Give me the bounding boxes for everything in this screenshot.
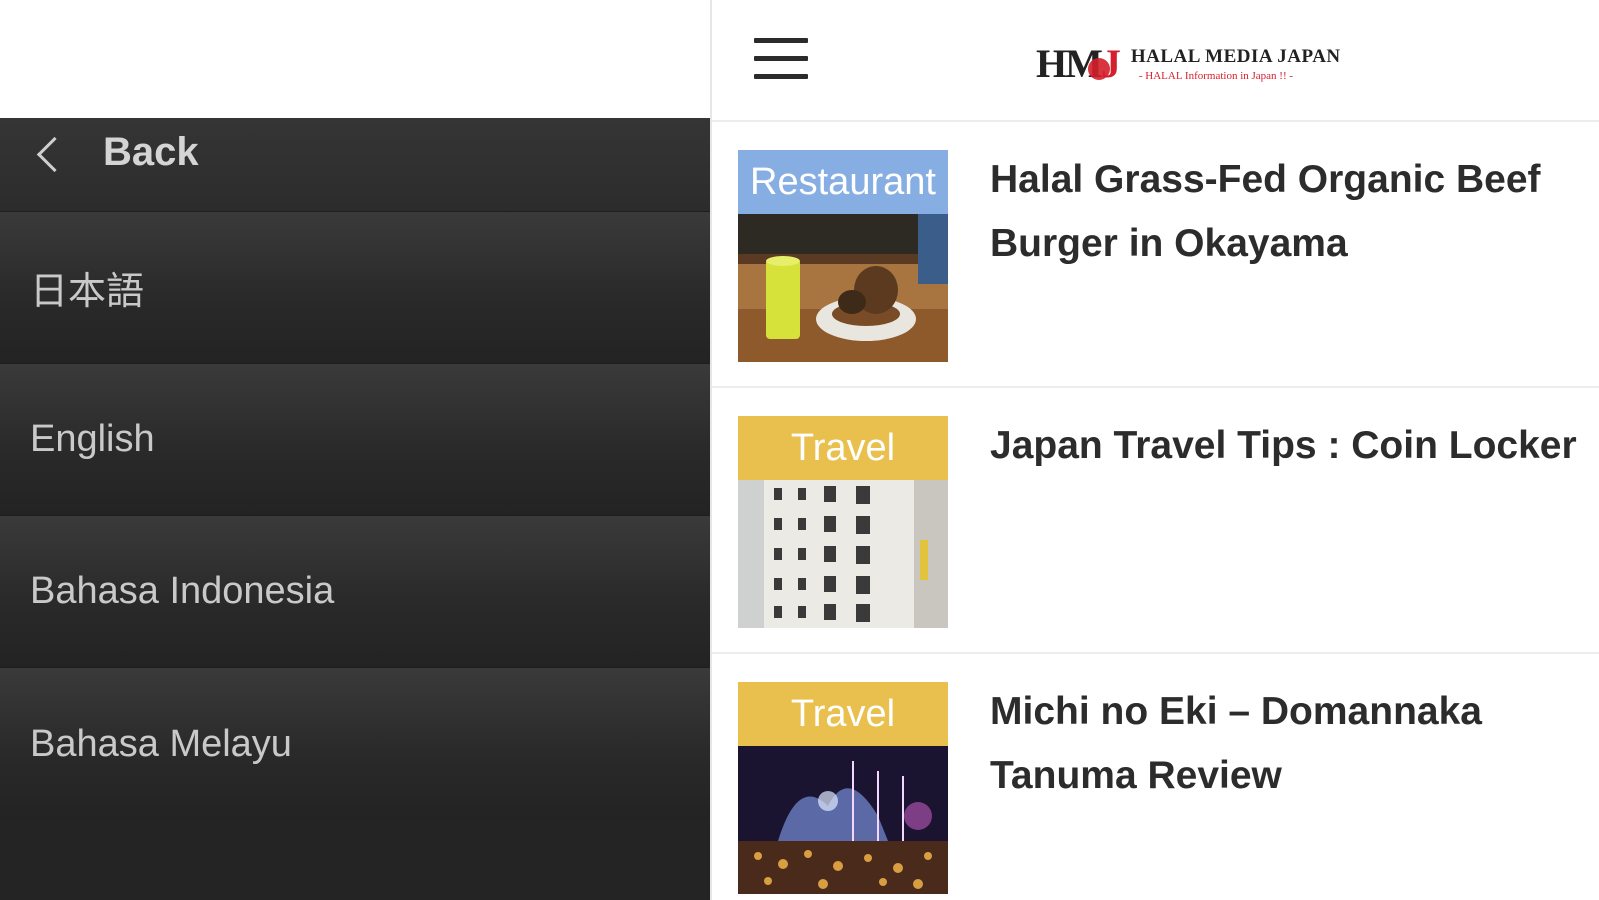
logo-text: HALAL MEDIA JAPAN - HALAL Information in…: [1131, 46, 1341, 82]
article-thumbnail[interactable]: Travel: [738, 416, 948, 628]
language-drawer: Back 日本語 English Bahasa Indonesia Bahasa…: [0, 0, 710, 900]
logo-tagline: - HALAL Information in Japan !! -: [1138, 69, 1294, 82]
article-card[interactable]: Travel Michi no Eki – Domannaka Tanuma R…: [712, 654, 1599, 900]
language-item-japanese[interactable]: 日本語: [0, 212, 710, 364]
language-item-indonesian[interactable]: Bahasa Indonesia: [0, 516, 710, 668]
language-item-malay[interactable]: Bahasa Melayu: [0, 668, 710, 820]
hamburger-menu-icon[interactable]: [754, 38, 808, 80]
logo-name: HALAL MEDIA JAPAN: [1130, 45, 1341, 67]
back-label: Back: [103, 130, 199, 174]
category-badge: Restaurant: [738, 150, 948, 214]
back-button[interactable]: Back: [0, 118, 710, 212]
category-badge: Travel: [738, 682, 948, 746]
app-window: Back 日本語 English Bahasa Indonesia Bahasa…: [0, 0, 1599, 900]
article-thumbnail[interactable]: Restaurant: [738, 150, 948, 362]
language-label: Bahasa Melayu: [30, 722, 292, 765]
language-item-english[interactable]: English: [0, 364, 710, 516]
article-thumbnail[interactable]: Travel: [738, 682, 948, 894]
language-label: 日本語: [30, 271, 145, 313]
article-card[interactable]: Restaurant Halal Grass-Fed Organic Beef …: [712, 122, 1599, 388]
drawer-top-blank: [0, 0, 710, 118]
night-illumination-photo: [738, 746, 948, 894]
logo-mark: HMJ: [1036, 40, 1121, 87]
article-title[interactable]: Michi no Eki – Domannaka Tanuma Review: [990, 680, 1579, 808]
app-header: HMJ HALAL MEDIA JAPAN - HALAL Informatio…: [712, 0, 1599, 122]
logo-red-dot: [1088, 58, 1110, 80]
article-card[interactable]: Travel Japan Travel Tips : Coin Locker: [712, 388, 1599, 654]
chevron-left-icon: [36, 136, 73, 173]
language-menu: Back 日本語 English Bahasa Indonesia Bahasa…: [0, 118, 710, 900]
drawer-filler: [0, 820, 710, 900]
article-title[interactable]: Japan Travel Tips : Coin Locker: [990, 414, 1579, 478]
article-title[interactable]: Halal Grass-Fed Organic Beef Burger in O…: [990, 148, 1579, 276]
category-badge: Travel: [738, 416, 948, 480]
site-logo[interactable]: HMJ HALAL MEDIA JAPAN - HALAL Informatio…: [1036, 40, 1341, 87]
language-label: Bahasa Indonesia: [30, 570, 335, 612]
main-content: HMJ HALAL MEDIA JAPAN - HALAL Informatio…: [712, 0, 1599, 900]
burger-photo: [738, 214, 948, 362]
language-label: English: [30, 418, 155, 460]
coin-locker-photo: [738, 480, 948, 628]
